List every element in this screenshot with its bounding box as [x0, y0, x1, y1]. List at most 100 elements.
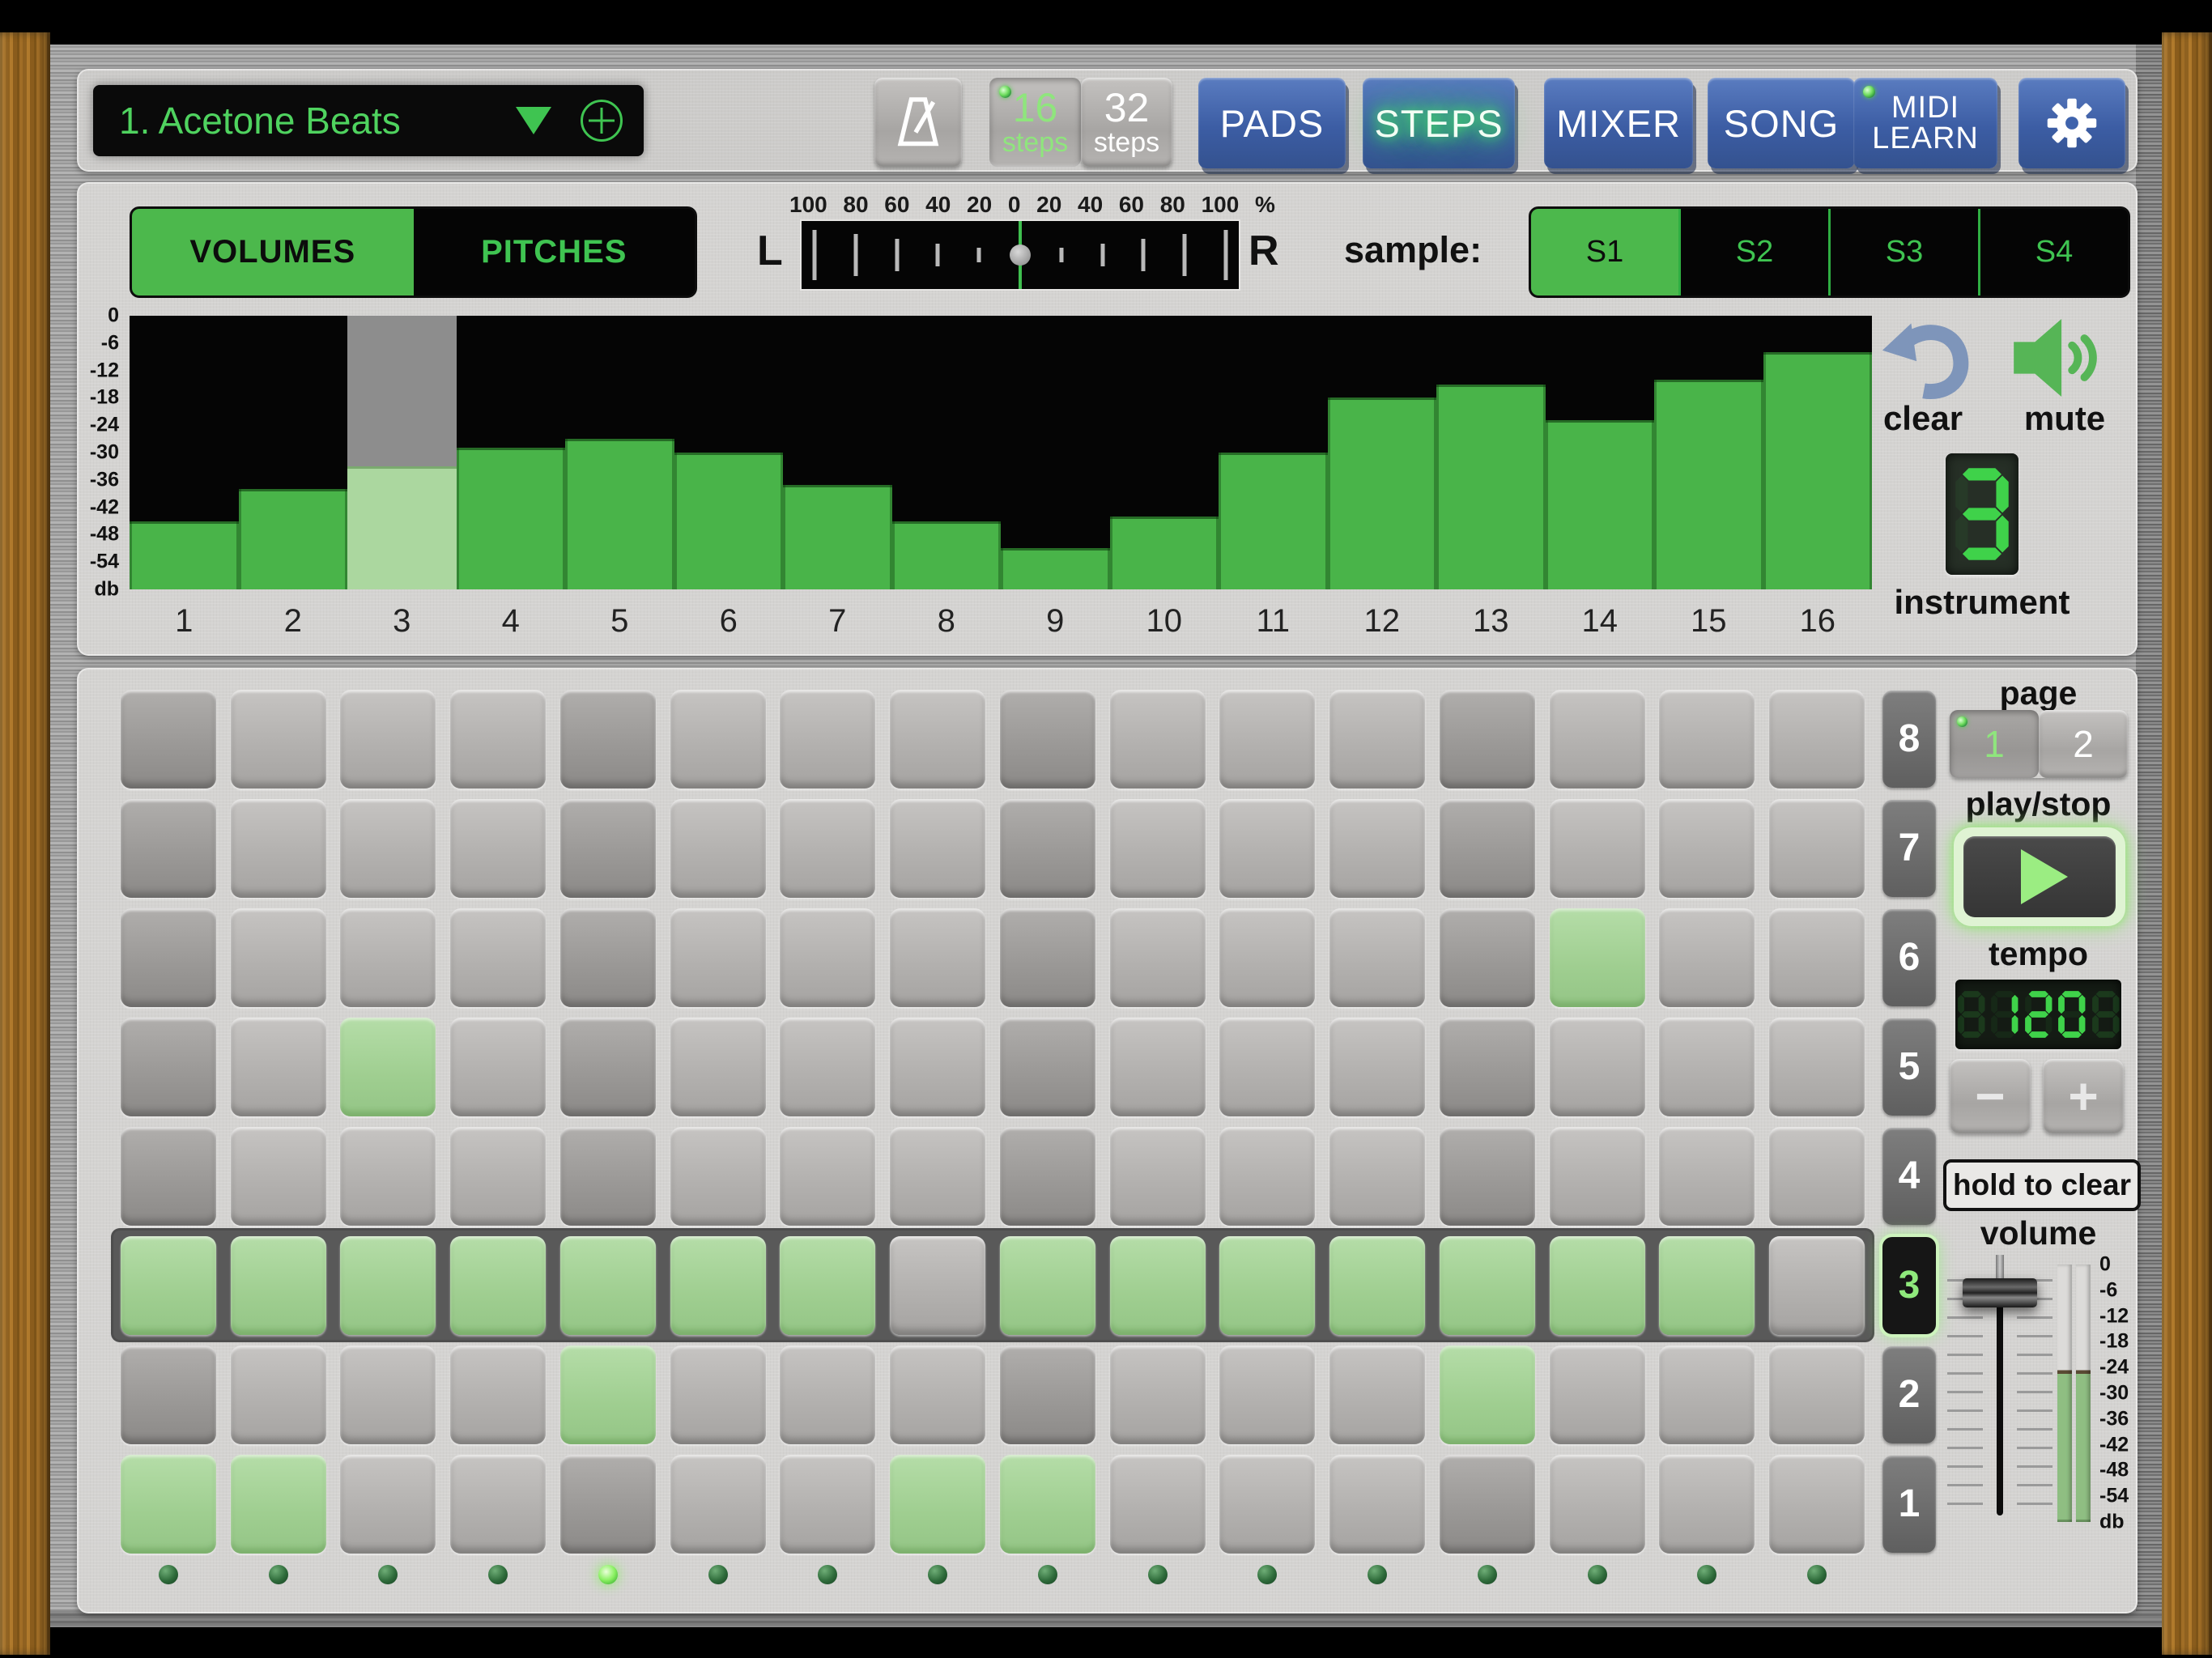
- preset-selector[interactable]: 1. Acetone Beats: [93, 85, 644, 156]
- row-select-button-4[interactable]: 4: [1882, 1128, 1936, 1225]
- step-cell-r6-c12[interactable]: [1329, 908, 1425, 1007]
- row-select-button-7[interactable]: 7: [1882, 800, 1936, 897]
- step-cell-r7-c2[interactable]: [231, 799, 326, 898]
- step-cell-r7-c8[interactable]: [890, 799, 985, 898]
- row-select-button-8[interactable]: 8: [1882, 691, 1936, 788]
- step-cell-r8-c7[interactable]: [780, 690, 875, 789]
- page-1-button[interactable]: 1: [1950, 710, 2039, 778]
- step-cell-r2-c9[interactable]: [1000, 1346, 1095, 1444]
- row-select-button-1[interactable]: 1: [1882, 1456, 1936, 1553]
- step-cell-r3-c11[interactable]: [1219, 1236, 1315, 1335]
- row-select-button-5[interactable]: 5: [1882, 1018, 1936, 1116]
- volume-bar-step-4[interactable]: [457, 316, 566, 589]
- step-cell-r2-c11[interactable]: [1219, 1346, 1315, 1444]
- step-cell-r2-c5[interactable]: [560, 1346, 656, 1444]
- step-cell-r5-c7[interactable]: [780, 1018, 875, 1116]
- steps-16-button[interactable]: 16 steps: [989, 78, 1081, 167]
- step-cell-r7-c13[interactable]: [1440, 799, 1535, 898]
- row-select-button-3[interactable]: 3: [1882, 1237, 1936, 1334]
- step-cell-r4-c9[interactable]: [1000, 1127, 1095, 1226]
- step-cell-r8-c4[interactable]: [450, 690, 546, 789]
- step-cell-r8-c10[interactable]: [1110, 690, 1206, 789]
- step-cell-r1-c12[interactable]: [1329, 1455, 1425, 1554]
- step-cell-r2-c2[interactable]: [231, 1346, 326, 1444]
- volume-bar-step-3[interactable]: [347, 316, 457, 589]
- step-cell-r6-c7[interactable]: [780, 908, 875, 1007]
- step-cell-r7-c11[interactable]: [1219, 799, 1315, 898]
- step-cell-r3-c16[interactable]: [1769, 1236, 1865, 1335]
- step-cell-r1-c4[interactable]: [450, 1455, 546, 1554]
- step-cell-r7-c5[interactable]: [560, 799, 656, 898]
- step-cell-r4-c13[interactable]: [1440, 1127, 1535, 1226]
- pan-slider[interactable]: [802, 221, 1239, 289]
- step-cell-r6-c2[interactable]: [231, 908, 326, 1007]
- play-stop-button[interactable]: [1954, 827, 2125, 926]
- step-cell-r5-c8[interactable]: [890, 1018, 985, 1116]
- mute-button[interactable]: [2012, 313, 2109, 406]
- step-cell-r3-c10[interactable]: [1110, 1236, 1206, 1335]
- step-cell-r1-c3[interactable]: [340, 1455, 436, 1554]
- step-cell-r5-c2[interactable]: [231, 1018, 326, 1116]
- step-cell-r4-c7[interactable]: [780, 1127, 875, 1226]
- step-cell-r8-c6[interactable]: [670, 690, 766, 789]
- step-cell-r3-c1[interactable]: [121, 1236, 216, 1335]
- step-cell-r4-c15[interactable]: [1659, 1127, 1755, 1226]
- step-cell-r5-c16[interactable]: [1769, 1018, 1865, 1116]
- step-cell-r5-c15[interactable]: [1659, 1018, 1755, 1116]
- step-cell-r7-c3[interactable]: [340, 799, 436, 898]
- step-cell-r5-c4[interactable]: [450, 1018, 546, 1116]
- step-cell-r3-c12[interactable]: [1329, 1236, 1425, 1335]
- step-cell-r1-c10[interactable]: [1110, 1455, 1206, 1554]
- step-cell-r2-c1[interactable]: [121, 1346, 216, 1444]
- midi-learn-button[interactable]: MIDI LEARN: [1853, 78, 1997, 168]
- settings-button[interactable]: [2018, 78, 2125, 168]
- step-cell-r8-c5[interactable]: [560, 690, 656, 789]
- step-cell-r6-c11[interactable]: [1219, 908, 1315, 1007]
- tempo-plus-button[interactable]: +: [2043, 1059, 2124, 1133]
- step-cell-r1-c1[interactable]: [121, 1455, 216, 1554]
- step-cell-r1-c7[interactable]: [780, 1455, 875, 1554]
- step-cell-r2-c12[interactable]: [1329, 1346, 1425, 1444]
- step-cell-r6-c1[interactable]: [121, 908, 216, 1007]
- step-cell-r2-c16[interactable]: [1769, 1346, 1865, 1444]
- volume-bar-step-12[interactable]: [1328, 316, 1437, 589]
- step-cell-r6-c6[interactable]: [670, 908, 766, 1007]
- step-cell-r2-c6[interactable]: [670, 1346, 766, 1444]
- clear-button[interactable]: [1878, 320, 1969, 405]
- step-cell-r4-c8[interactable]: [890, 1127, 985, 1226]
- step-cell-r8-c8[interactable]: [890, 690, 985, 789]
- step-cell-r8-c9[interactable]: [1000, 690, 1095, 789]
- step-cell-r3-c5[interactable]: [560, 1236, 656, 1335]
- tab-steps[interactable]: STEPS: [1363, 78, 1515, 168]
- step-cell-r3-c15[interactable]: [1659, 1236, 1755, 1335]
- step-cell-r5-c3[interactable]: [340, 1018, 436, 1116]
- step-cell-r4-c16[interactable]: [1769, 1127, 1865, 1226]
- step-cell-r3-c14[interactable]: [1550, 1236, 1645, 1335]
- volume-bar-step-16[interactable]: [1763, 316, 1873, 589]
- step-cell-r6-c5[interactable]: [560, 908, 656, 1007]
- volume-bar-step-2[interactable]: [239, 316, 348, 589]
- sample-s3-button[interactable]: S3: [1828, 209, 1978, 295]
- tab-song[interactable]: SONG: [1708, 78, 1855, 168]
- step-cell-r2-c3[interactable]: [340, 1346, 436, 1444]
- step-cell-r1-c15[interactable]: [1659, 1455, 1755, 1554]
- step-cell-r1-c2[interactable]: [231, 1455, 326, 1554]
- volume-bar-step-11[interactable]: [1219, 316, 1328, 589]
- step-cell-r2-c7[interactable]: [780, 1346, 875, 1444]
- step-cell-r3-c2[interactable]: [231, 1236, 326, 1335]
- sample-s1-button[interactable]: S1: [1531, 209, 1678, 295]
- step-cell-r6-c13[interactable]: [1440, 908, 1535, 1007]
- step-cell-r2-c8[interactable]: [890, 1346, 985, 1444]
- volume-bar-step-9[interactable]: [1001, 316, 1110, 589]
- step-cell-r2-c10[interactable]: [1110, 1346, 1206, 1444]
- step-cell-r1-c11[interactable]: [1219, 1455, 1315, 1554]
- step-cell-r3-c3[interactable]: [340, 1236, 436, 1335]
- step-cell-r7-c15[interactable]: [1659, 799, 1755, 898]
- step-cell-r1-c16[interactable]: [1769, 1455, 1865, 1554]
- page-2-button[interactable]: 2: [2039, 710, 2128, 778]
- step-cell-r7-c14[interactable]: [1550, 799, 1645, 898]
- step-cell-r5-c1[interactable]: [121, 1018, 216, 1116]
- step-cell-r6-c15[interactable]: [1659, 908, 1755, 1007]
- step-cell-r4-c14[interactable]: [1550, 1127, 1645, 1226]
- volume-bar-step-6[interactable]: [674, 316, 784, 589]
